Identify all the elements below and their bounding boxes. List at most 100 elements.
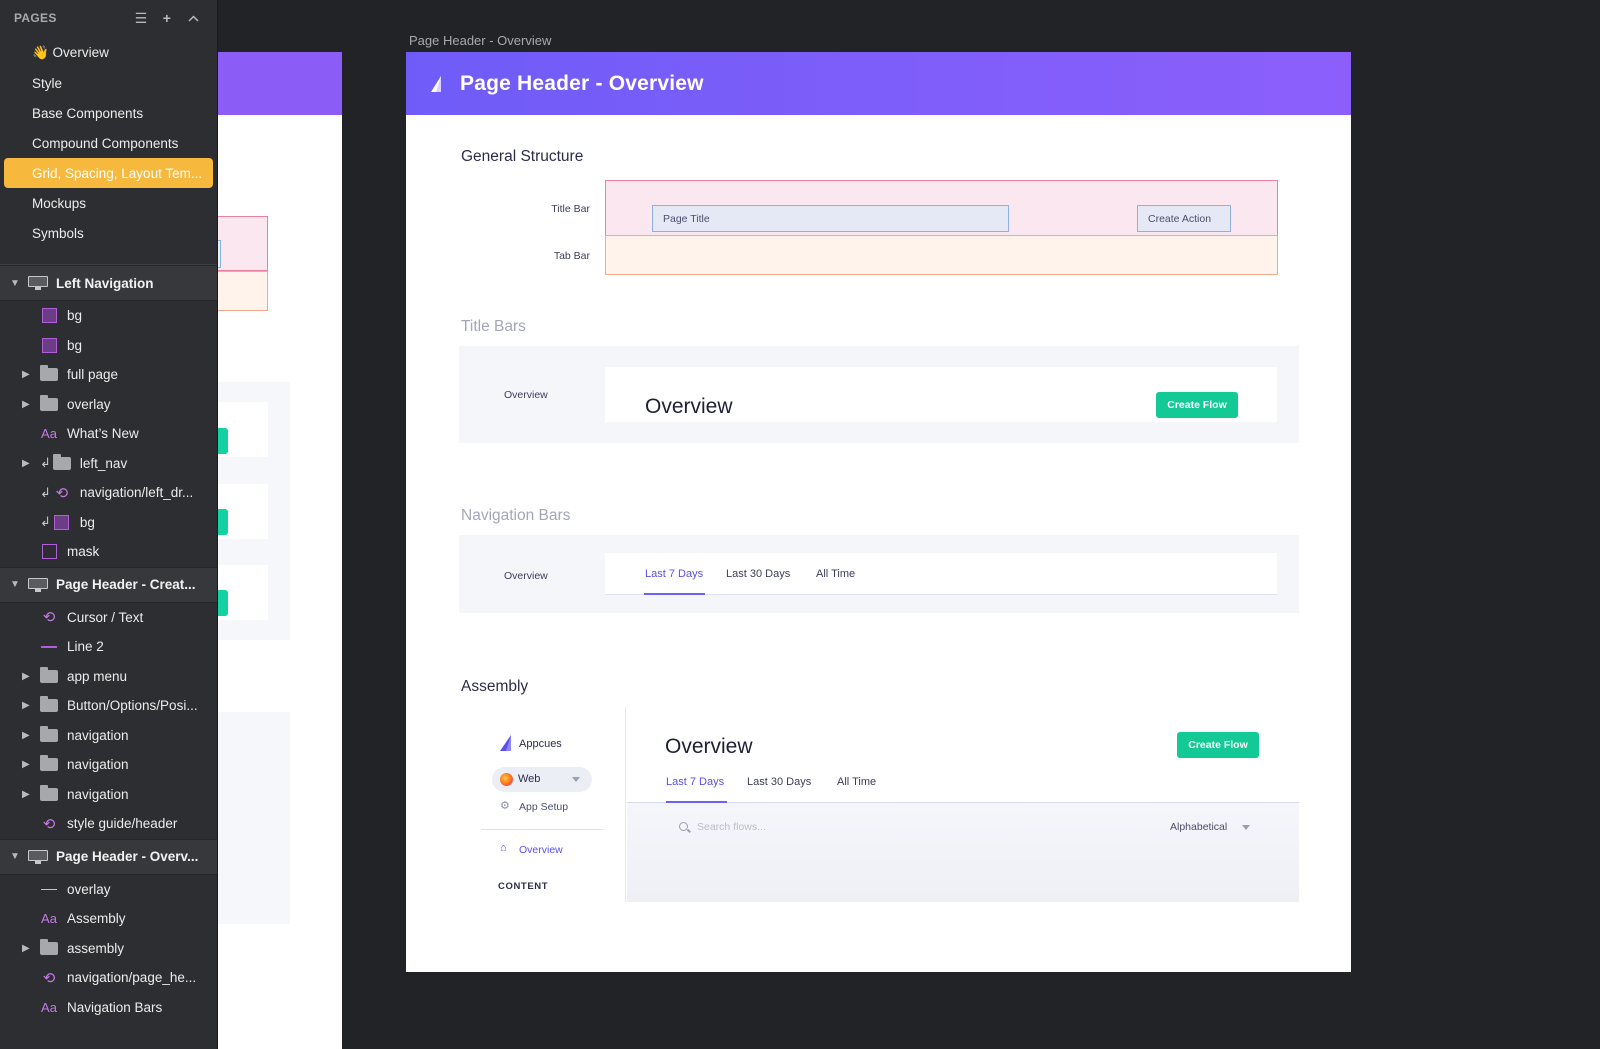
disclosure-right-icon[interactable]: ▶ bbox=[22, 730, 32, 741]
layers-sidebar: PAGES ☰ + 👋 Overview Style Base Components… bbox=[0, 0, 218, 1049]
layer-row[interactable]: ▶ navigation bbox=[0, 721, 217, 751]
assembly-tab-all-time[interactable]: All Time bbox=[837, 776, 876, 788]
layer-group-title: Left Navigation bbox=[56, 275, 154, 291]
layer-row[interactable]: ▶ overlay bbox=[0, 390, 217, 420]
rectangle-icon bbox=[53, 514, 71, 530]
layer-group-header[interactable]: ▼ Left Navigation bbox=[0, 265, 217, 301]
platform-selector[interactable]: Web bbox=[492, 767, 592, 792]
content-heading: CONTENT bbox=[498, 881, 549, 892]
layer-row[interactable]: Line 2 bbox=[0, 632, 217, 662]
artboard-icon bbox=[28, 577, 48, 592]
disclosure-right-icon[interactable]: ▶ bbox=[22, 700, 32, 711]
masked-arrow-icon: ↲ bbox=[40, 455, 51, 471]
folder-icon bbox=[40, 755, 58, 773]
artboard-label[interactable]: Page Header - Overview bbox=[409, 33, 551, 48]
artboard-header: Page Header - Overview bbox=[406, 52, 1351, 115]
add-page-icon[interactable]: + bbox=[157, 8, 177, 28]
create-flow-button[interactable]: Create Flow bbox=[1156, 392, 1238, 418]
layer-row[interactable]: ↲ ⟲ navigation/left_dr... bbox=[0, 478, 217, 508]
folder-icon bbox=[40, 365, 58, 383]
navigation-bars-panel: Overview Last 7 Days Last 30 Days All Ti… bbox=[459, 535, 1299, 613]
layer-row[interactable]: ⟲ style guide/header bbox=[0, 809, 217, 839]
layer-label: app menu bbox=[67, 668, 128, 684]
tab-all-time[interactable]: All Time bbox=[816, 568, 855, 580]
page-item[interactable]: Base Components bbox=[4, 98, 213, 128]
layer-label: bg bbox=[67, 308, 83, 324]
layer-row[interactable]: ▶ assembly bbox=[0, 934, 217, 964]
tab-last-30-days[interactable]: Last 30 Days bbox=[726, 568, 790, 580]
nav-bar-example: Last 7 Days Last 30 Days All Time bbox=[605, 553, 1277, 595]
layer-label: What’s New bbox=[67, 426, 139, 442]
partial-artboard[interactable] bbox=[218, 52, 342, 1049]
header-title: Page Header - Overview bbox=[460, 71, 704, 95]
list-icon[interactable]: ☰ bbox=[131, 8, 151, 28]
navigation-bars-title: Navigation Bars bbox=[461, 507, 571, 524]
page-item[interactable]: Grid, Spacing, Layout Tem... bbox=[4, 158, 213, 188]
general-structure-title: General Structure bbox=[461, 148, 584, 165]
disclosure-right-icon[interactable]: ▶ bbox=[22, 399, 32, 410]
layer-row[interactable]: Aa Assembly bbox=[0, 904, 217, 934]
layer-row[interactable]: ▶ app menu bbox=[0, 662, 217, 692]
search-input[interactable]: Search flows... bbox=[697, 821, 766, 833]
layer-group-title: Page Header - Creat... bbox=[56, 577, 196, 592]
layer-row[interactable]: Aa What’s New bbox=[0, 419, 217, 449]
assembly-title: Assembly bbox=[461, 678, 529, 695]
layer-row[interactable]: bg bbox=[0, 331, 217, 361]
page-item[interactable]: Symbols bbox=[4, 218, 213, 248]
layer-row[interactable]: ⟲ navigation/page_he... bbox=[0, 963, 217, 993]
artboard-page-header-overview[interactable]: Page Header - Overview General Structure… bbox=[406, 52, 1351, 972]
layer-row[interactable]: ▶ Button/Options/Posi... bbox=[0, 691, 217, 721]
disclosure-down-icon[interactable]: ▼ bbox=[8, 578, 22, 592]
sidebar-divider bbox=[481, 829, 603, 830]
partial-inner-box bbox=[218, 240, 221, 268]
sort-select[interactable]: Alphabetical bbox=[1170, 821, 1227, 833]
assembly-tab-last-30-days[interactable]: Last 30 Days bbox=[747, 776, 811, 788]
layer-row[interactable]: ▶ ↲ left_nav bbox=[0, 449, 217, 479]
app-setup-link[interactable]: App Setup bbox=[519, 801, 568, 813]
disclosure-right-icon[interactable]: ▶ bbox=[22, 759, 32, 770]
text-layer-icon: Aa bbox=[41, 999, 57, 1015]
disclosure-right-icon[interactable]: ▶ bbox=[22, 671, 32, 682]
folder-icon bbox=[40, 725, 58, 743]
layer-row[interactable]: ▶ navigation bbox=[0, 750, 217, 780]
layer-row[interactable]: ▶ full page bbox=[0, 360, 217, 390]
layer-row[interactable]: overlay bbox=[0, 875, 217, 905]
layer-group-header[interactable]: ▼ Page Header - Overv... bbox=[0, 838, 217, 875]
disclosure-down-icon[interactable]: ▼ bbox=[8, 276, 22, 290]
layer-label: Button/Options/Posi... bbox=[67, 698, 198, 714]
page-item[interactable]: Mockups bbox=[4, 188, 213, 218]
partial-button bbox=[218, 509, 228, 535]
partial-button bbox=[218, 590, 228, 616]
disclosure-down-icon[interactable]: ▼ bbox=[8, 850, 22, 864]
search-icon bbox=[679, 822, 688, 831]
disclosure-right-icon[interactable]: ▶ bbox=[22, 458, 32, 469]
chevron-up-icon[interactable] bbox=[183, 8, 203, 28]
page-item[interactable]: Style bbox=[4, 68, 213, 98]
assembly-create-flow-button[interactable]: Create Flow bbox=[1177, 732, 1259, 758]
line-icon bbox=[40, 881, 58, 897]
assembly-tab-last-7-days[interactable]: Last 7 Days bbox=[666, 776, 724, 788]
rectangle-icon bbox=[40, 544, 58, 560]
title-bar-heading: Overview bbox=[645, 395, 733, 418]
artboard-icon bbox=[28, 276, 48, 290]
line-icon bbox=[40, 639, 58, 655]
chevron-down-icon bbox=[572, 777, 580, 782]
layer-group-header[interactable]: ▼ Page Header - Creat... bbox=[0, 566, 217, 603]
layer-row[interactable]: Aa Navigation Bars bbox=[0, 993, 217, 1023]
disclosure-right-icon[interactable]: ▶ bbox=[22, 369, 32, 380]
tab-last-7-days[interactable]: Last 7 Days bbox=[645, 568, 703, 580]
layer-label: navigation/left_dr... bbox=[79, 485, 194, 501]
page-item[interactable]: 👋 Overview bbox=[4, 38, 213, 68]
nav-overview-link[interactable]: Overview bbox=[519, 844, 563, 856]
disclosure-right-icon[interactable]: ▶ bbox=[22, 789, 32, 800]
assembly-main: Overview Create Flow Last 7 Days Last 30… bbox=[627, 707, 1299, 902]
layer-row[interactable]: ▶ navigation bbox=[0, 780, 217, 810]
layer-row[interactable]: ⟲ Cursor / Text bbox=[0, 603, 217, 633]
disclosure-right-icon[interactable]: ▶ bbox=[22, 943, 32, 954]
layer-label: left_nav bbox=[79, 455, 128, 471]
layer-row[interactable]: ↲ bg bbox=[0, 508, 217, 538]
page-item[interactable]: Compound Components bbox=[4, 128, 213, 158]
layer-row[interactable]: bg bbox=[0, 301, 217, 331]
appcues-logo-icon bbox=[499, 735, 513, 756]
layer-row[interactable]: mask bbox=[0, 537, 217, 567]
